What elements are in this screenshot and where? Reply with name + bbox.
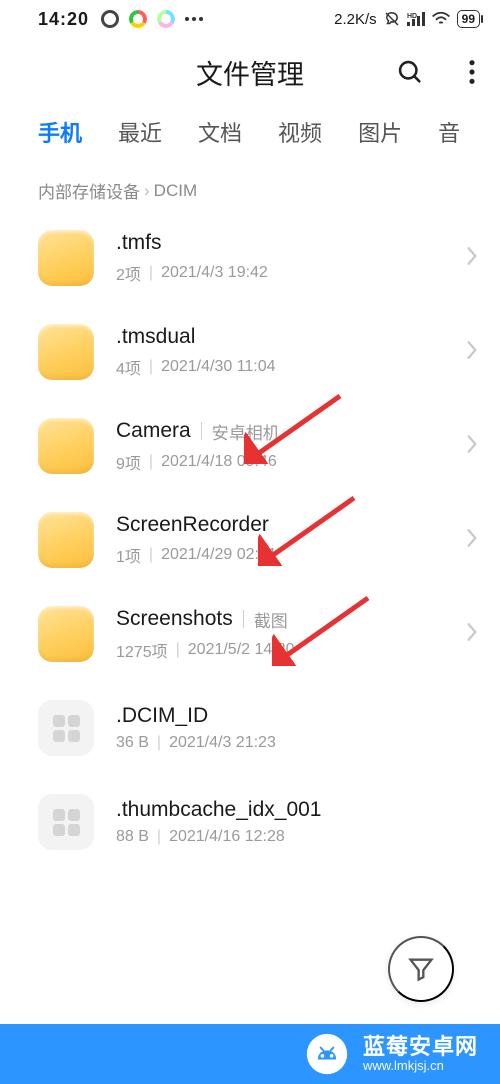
svg-text:HD: HD — [407, 13, 417, 20]
status-bar: 14:20 2.2K/s HD 99 — [0, 0, 500, 38]
list-item[interactable]: .tmfs 2项|2021/4/3 19:42 — [38, 211, 482, 305]
filter-button[interactable] — [388, 936, 454, 1002]
list-item[interactable]: .tmsdual 4项|2021/4/30 11:04 — [38, 305, 482, 399]
watermark-url: www.lmkjsj.cn — [363, 1059, 444, 1073]
folder-icon — [38, 606, 94, 662]
chevron-right-icon — [456, 612, 482, 657]
item-name: .DCIM_ID — [116, 704, 208, 728]
list-item[interactable]: .DCIM_ID 36 B|2021/4/3 21:23 — [38, 681, 482, 775]
item-date: 2021/4/3 21:23 — [169, 734, 276, 752]
status-left: 14:20 — [38, 9, 203, 30]
list-item[interactable]: Camera 安卓相机 9项|2021/4/18 09:46 — [38, 399, 482, 493]
more-vertical-icon — [468, 58, 476, 86]
tab-phone[interactable]: 手机 — [38, 116, 82, 148]
search-icon — [396, 58, 424, 86]
watermark-title: 蓝莓安卓网 — [363, 1035, 478, 1059]
list-item-text: Screenshots 截图 1275项|2021/5/2 14:20 — [116, 607, 456, 662]
breadcrumb[interactable]: 内部存储设备 › DCIM — [0, 158, 500, 211]
item-count: 1275项 — [116, 638, 168, 662]
item-count: 1项 — [116, 543, 141, 567]
list-item[interactable]: ScreenRecorder 1项|2021/4/29 02:51 — [38, 493, 482, 587]
item-name: ScreenRecorder — [116, 513, 269, 537]
file-icon — [38, 700, 94, 756]
tab-video[interactable]: 视频 — [278, 116, 322, 148]
wifi-icon — [431, 11, 451, 27]
list-item[interactable]: Screenshots 截图 1275项|2021/5/2 14:20 — [38, 587, 482, 681]
item-date: 2021/4/30 11:04 — [161, 358, 275, 376]
tab-docs[interactable]: 文档 — [198, 116, 242, 148]
file-icon — [38, 794, 94, 850]
tab-audio[interactable]: 音 — [438, 116, 460, 148]
item-count: 2项 — [116, 261, 141, 285]
item-count: 9项 — [116, 450, 141, 474]
tab-recent[interactable]: 最近 — [118, 116, 162, 148]
breadcrumb-root[interactable]: 内部存储设备 — [38, 178, 140, 203]
chevron-right-icon — [456, 236, 482, 281]
list-item-text: .thumbcache_idx_001 88 B|2021/4/16 12:28 — [116, 798, 482, 846]
header-actions — [390, 38, 482, 106]
item-date: 2021/4/3 19:42 — [161, 264, 268, 282]
tab-image[interactable]: 图片 — [358, 116, 402, 148]
status-right: 2.2K/s HD 99 — [334, 10, 480, 28]
mute-icon — [383, 10, 401, 28]
item-date: 2021/5/2 14:20 — [188, 641, 295, 659]
list-item[interactable]: .thumbcache_idx_001 88 B|2021/4/16 12:28 — [38, 775, 482, 869]
signal-icon: HD — [407, 12, 425, 26]
list-item-text: Camera 安卓相机 9项|2021/4/18 09:46 — [116, 419, 456, 474]
status-more-icon — [185, 17, 203, 21]
category-tabs: 手机 最近 文档 视频 图片 音 — [0, 106, 500, 158]
status-net-speed: 2.2K/s — [334, 11, 377, 28]
item-size: 88 B — [116, 828, 149, 846]
folder-icon — [38, 418, 94, 474]
item-name: .tmfs — [116, 231, 162, 255]
item-name: Screenshots — [116, 607, 233, 631]
folder-icon — [38, 324, 94, 380]
list-item-text: .DCIM_ID 36 B|2021/4/3 21:23 — [116, 704, 482, 752]
status-app-icons — [101, 10, 203, 28]
status-time: 14:20 — [38, 9, 89, 30]
list-item-text: .tmsdual 4项|2021/4/30 11:04 — [116, 325, 456, 379]
status-app-icon-2 — [129, 10, 147, 28]
chevron-right-icon: › — [144, 181, 150, 201]
more-menu-button[interactable] — [462, 52, 482, 92]
item-alias: 安卓相机 — [212, 419, 280, 444]
file-list: .tmfs 2项|2021/4/3 19:42 .tmsdual 4项|2021… — [0, 211, 500, 869]
list-item-text: ScreenRecorder 1项|2021/4/29 02:51 — [116, 513, 456, 567]
item-date: 2021/4/29 02:51 — [161, 546, 277, 564]
search-button[interactable] — [390, 52, 430, 92]
list-item-text: .tmfs 2项|2021/4/3 19:42 — [116, 231, 456, 285]
item-name: .tmsdual — [116, 325, 195, 349]
folder-icon — [38, 230, 94, 286]
folder-icon — [38, 512, 94, 568]
app-header: 文件管理 — [0, 38, 500, 106]
item-count: 4项 — [116, 355, 141, 379]
breadcrumb-current: DCIM — [154, 181, 197, 201]
item-size: 36 B — [116, 734, 149, 752]
filter-icon — [407, 955, 435, 983]
chevron-right-icon — [456, 330, 482, 375]
battery-indicator: 99 — [457, 10, 480, 28]
item-name: .thumbcache_idx_001 — [116, 798, 321, 822]
item-alias: 截图 — [254, 607, 288, 632]
watermark-text: 蓝莓安卓网 www.lmkjsj.cn — [363, 1035, 478, 1073]
item-name: Camera — [116, 419, 191, 443]
item-date: 2021/4/16 12:28 — [169, 828, 285, 846]
watermark-logo-icon — [305, 1032, 349, 1076]
item-date: 2021/4/18 09:46 — [161, 453, 277, 471]
chevron-right-icon — [456, 424, 482, 469]
status-app-icon-1 — [101, 10, 119, 28]
page-title: 文件管理 — [196, 53, 304, 92]
status-app-icon-3 — [157, 10, 175, 28]
watermark-bar: 蓝莓安卓网 www.lmkjsj.cn — [0, 1024, 500, 1084]
chevron-right-icon — [456, 518, 482, 563]
